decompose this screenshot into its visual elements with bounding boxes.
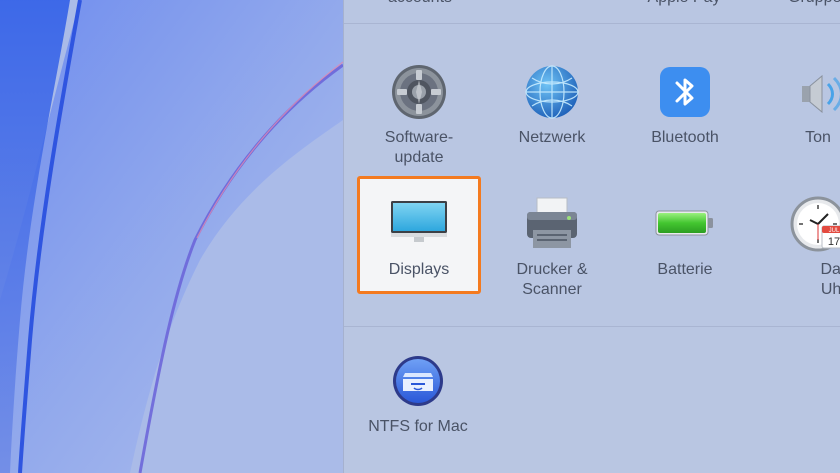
globe-icon: [525, 65, 579, 119]
pane-software-update[interactable]: Software- update: [355, 64, 483, 174]
ntfs-drive-icon: [393, 356, 443, 406]
pane-label: Software- update: [384, 129, 454, 166]
pane-network[interactable]: Netzwerk: [488, 64, 616, 154]
pane-label: Gruppe: [788, 0, 840, 8]
bluetooth-icon: [660, 67, 710, 117]
clock-icon: JUL 17: [790, 196, 840, 252]
pane-date-time[interactable]: JUL 17 Datum Uhrzei: [754, 196, 840, 306]
pane-label: Batterie: [657, 261, 713, 278]
pane-label: Apple Pay: [620, 0, 748, 8]
pane-printers-scanners[interactable]: Drucker & Scanner: [488, 196, 616, 306]
printer-icon: [527, 197, 577, 248]
pane-battery[interactable]: Batterie: [621, 200, 749, 290]
pane-sound[interactable]: Ton: [754, 64, 840, 154]
section-separator: [344, 23, 840, 24]
wallpaper-art: [0, 0, 343, 473]
gear-icon: [392, 65, 446, 119]
pane-label: Bluetooth: [651, 129, 719, 146]
pane-label: NTFS for Mac: [368, 418, 468, 435]
calendar-month: JUL: [829, 228, 840, 234]
pane-label: Netzwerk: [518, 129, 586, 146]
pane-label: accounts: [356, 0, 484, 8]
speaker-icon: [802, 74, 840, 114]
pane-bluetooth[interactable]: Bluetooth: [621, 64, 749, 154]
section-separator: [344, 326, 840, 327]
pane-label: Datum Uhrzei: [820, 261, 840, 298]
desktop-wallpaper: [0, 0, 343, 473]
display-icon: [391, 201, 447, 242]
battery-icon: [655, 210, 713, 236]
calendar-day: 17: [828, 236, 840, 248]
pane-label: Displays: [388, 261, 450, 278]
pane-ntfs-for-mac[interactable]: NTFS for Mac: [354, 355, 482, 445]
pane-displays[interactable]: Displays: [355, 200, 483, 290]
pane-label: Ton: [805, 129, 831, 146]
pane-label: Drucker & Scanner: [516, 261, 588, 298]
system-preferences-window: accounts Apple Pay Gruppe Software- upda…: [343, 0, 840, 473]
